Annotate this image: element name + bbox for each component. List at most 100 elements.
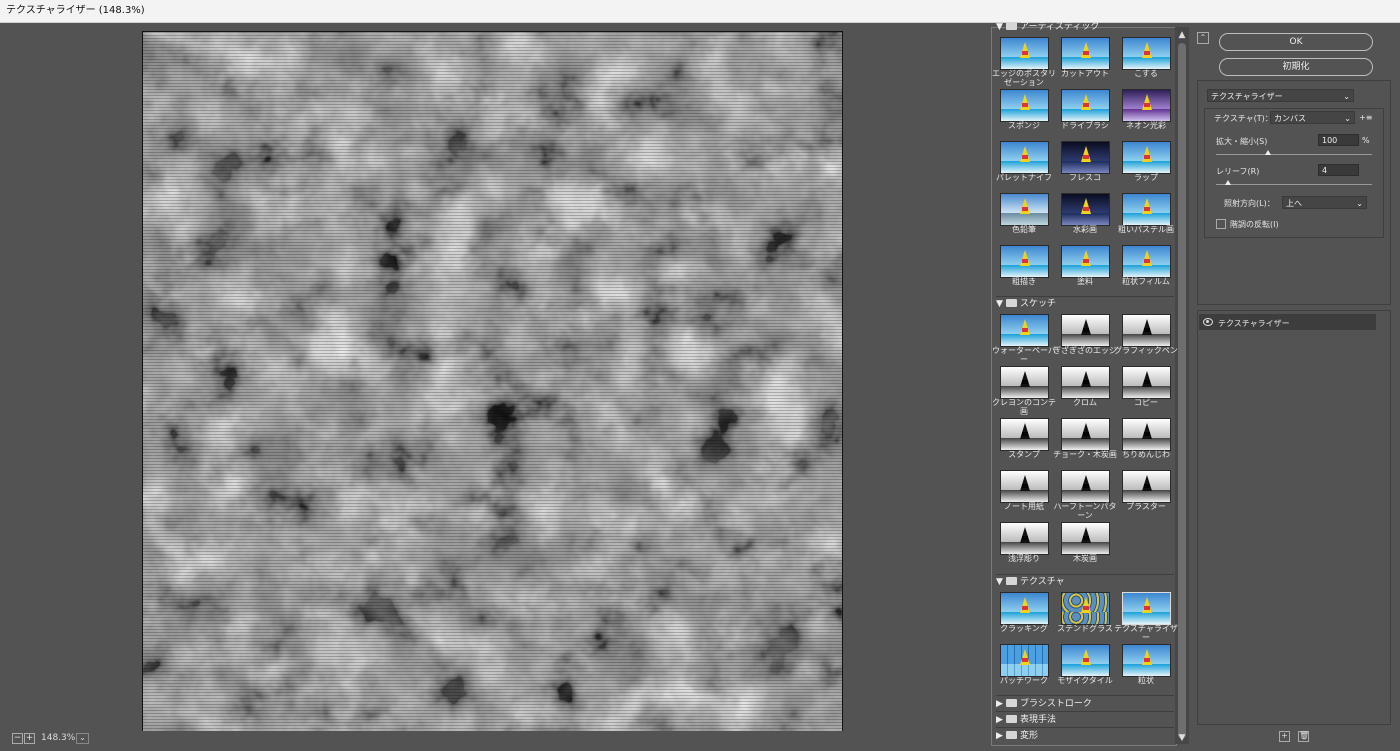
collapse-gallery-icon[interactable]: ⌃ [1197, 32, 1209, 44]
filter-thumbnail[interactable]: ハーフトーンパターン [1053, 470, 1117, 520]
thumbnail-image [1000, 193, 1049, 226]
category-divider [996, 711, 1174, 712]
thumbnail-image [1122, 366, 1171, 399]
filter-thumbnail[interactable]: パレットナイフ [993, 141, 1055, 191]
thumbnail-image [1122, 592, 1171, 625]
scroll-down-icon[interactable]: ▼ [1177, 733, 1187, 743]
filter-thumbnail[interactable]: クラッキング [993, 592, 1055, 642]
filter-thumbnail[interactable]: ラップ [1115, 141, 1177, 191]
scale-slider[interactable] [1216, 154, 1372, 155]
thumbnail-image [1122, 193, 1171, 226]
filter-thumbnail[interactable]: 粒状 [1115, 644, 1177, 694]
expand-down-icon[interactable]: ▼ [996, 20, 1006, 34]
filter-thumbnail[interactable]: 水彩画 [1054, 193, 1116, 243]
relief-slider-handle[interactable] [1225, 180, 1231, 185]
expand-right-icon[interactable]: ▶ [996, 729, 1006, 743]
filter-thumbnail[interactable]: 木炭画 [1054, 522, 1116, 572]
delete-effect-layer-button[interactable]: 🗑 [1298, 731, 1309, 742]
scale-input[interactable]: 100 [1318, 134, 1359, 146]
filter-label: モザイクタイル [1057, 676, 1113, 685]
filter-thumbnail[interactable]: クロム [1054, 366, 1116, 416]
filter-thumbnail[interactable]: クレヨンのコンテ画 [992, 366, 1056, 416]
expand-right-icon[interactable]: ▶ [996, 697, 1006, 711]
filter-thumbnail[interactable]: ネオン光彩 [1115, 89, 1177, 139]
category-header[interactable]: ▼ アーティスティック [996, 20, 1099, 34]
texture-menu-icon[interactable]: +≡ [1359, 113, 1372, 122]
light-direction-select[interactable]: 上へ ⌄ [1282, 196, 1367, 209]
filter-select[interactable]: テクスチャライザー ⌄ [1207, 89, 1354, 102]
expand-down-icon[interactable]: ▼ [996, 297, 1006, 311]
thumbnail-image [1061, 644, 1110, 677]
filter-thumbnail[interactable]: エッジのポスタリゼーション [992, 37, 1056, 87]
filter-thumbnail[interactable]: ドライブラシ [1054, 89, 1116, 139]
thumbnail-image [1000, 89, 1049, 122]
filter-thumbnail[interactable]: カットアウト [1054, 37, 1116, 87]
filter-label: スポンジ [1008, 121, 1040, 130]
filter-thumbnail[interactable]: スポンジ [993, 89, 1055, 139]
filter-thumbnail[interactable]: 塗料 [1054, 245, 1116, 295]
filter-thumbnail[interactable]: 粗いパステル画 [1115, 193, 1177, 243]
filter-thumbnail[interactable]: フレスコ [1054, 141, 1116, 191]
category-header[interactable]: ▶ 表現手法 [996, 713, 1056, 727]
thumbnail-image [1061, 418, 1110, 451]
thumbnail-image [1061, 366, 1110, 399]
zoom-dropdown[interactable]: ⌄ [76, 733, 89, 744]
filter-thumbnail[interactable]: チョーク・木炭画 [1053, 418, 1117, 468]
thumbnail-image [1000, 522, 1049, 555]
chevron-down-icon: ⌄ [1344, 114, 1351, 123]
category-divider [996, 695, 1174, 696]
filter-thumbnail[interactable]: コピー [1115, 366, 1177, 416]
category-header[interactable]: ▶ 変形 [996, 729, 1038, 743]
relief-input[interactable]: 4 [1318, 164, 1359, 176]
filter-thumbnail[interactable]: ウォーターペーパー [992, 314, 1056, 364]
filter-label: 粒状フィルム [1122, 277, 1170, 286]
eye-icon[interactable] [1203, 318, 1213, 326]
category-name: テクスチャ [1020, 577, 1065, 587]
filter-thumbnail[interactable]: テクスチャライザー [1114, 592, 1178, 642]
category-divider [996, 727, 1174, 728]
folder-icon [1006, 577, 1017, 585]
filter-thumbnail[interactable]: パッチワーク [993, 644, 1055, 694]
filter-thumbnail[interactable]: 粗描き [993, 245, 1055, 295]
texture-select-value: カンバス [1274, 114, 1306, 123]
filter-thumbnail[interactable]: 浅浮彫り [993, 522, 1055, 572]
filter-thumbnail[interactable]: ステンドグラス [1054, 592, 1116, 642]
filter-thumbnail[interactable]: ノート用紙 [993, 470, 1055, 520]
category-name: アーティスティック [1020, 22, 1100, 32]
category-name: スケッチ [1020, 299, 1057, 309]
filter-thumbnail[interactable]: 色鉛筆 [993, 193, 1055, 243]
filter-thumbnail[interactable]: プラスター [1115, 470, 1177, 520]
category-header[interactable]: ▼ テクスチャ [996, 575, 1065, 589]
zoom-in-button[interactable]: + [24, 733, 35, 744]
thumbnail-image [1000, 592, 1049, 625]
scale-slider-handle[interactable] [1265, 150, 1271, 155]
filter-label: 水彩画 [1073, 225, 1097, 234]
thumbnail-image [1000, 366, 1049, 399]
new-effect-layer-button[interactable]: + [1279, 731, 1290, 742]
relief-slider[interactable] [1216, 184, 1372, 185]
scrollbar-thumb[interactable] [1178, 43, 1186, 739]
zoom-out-button[interactable]: − [12, 733, 23, 744]
ok-button[interactable]: OK [1219, 33, 1373, 51]
expand-right-icon[interactable]: ▶ [996, 713, 1006, 727]
filter-thumbnail[interactable]: こする [1115, 37, 1177, 87]
scroll-up-icon[interactable]: ▲ [1177, 30, 1187, 40]
category-header[interactable]: ▶ ブラシストローク [996, 697, 1092, 711]
window-title-bar: テクスチャライザー (148.3%) [0, 0, 1400, 23]
preview-image[interactable] [142, 31, 843, 732]
filter-thumbnail[interactable]: モザイクタイル [1054, 644, 1116, 694]
folder-icon [1006, 731, 1017, 739]
filter-thumbnail[interactable]: 粒状フィルム [1115, 245, 1177, 295]
filter-thumbnail[interactable]: ぎざぎざのエッジ [1053, 314, 1117, 364]
texture-select[interactable]: カンバス ⌄ [1270, 111, 1355, 124]
filter-thumbnail[interactable]: グラフィックペン [1114, 314, 1178, 364]
invert-checkbox[interactable] [1216, 219, 1226, 229]
category-header[interactable]: ▼ スケッチ [996, 297, 1056, 311]
filter-label: 塗料 [1077, 277, 1093, 286]
reset-button[interactable]: 初期化 [1219, 58, 1373, 76]
filter-thumbnail[interactable]: スタンプ [993, 418, 1055, 468]
thumbnail-image [1000, 141, 1049, 174]
filter-thumbnail[interactable]: ちりめんじわ [1115, 418, 1177, 468]
expand-down-icon[interactable]: ▼ [996, 575, 1006, 589]
filter-label: テクスチャライザー [1114, 624, 1178, 642]
